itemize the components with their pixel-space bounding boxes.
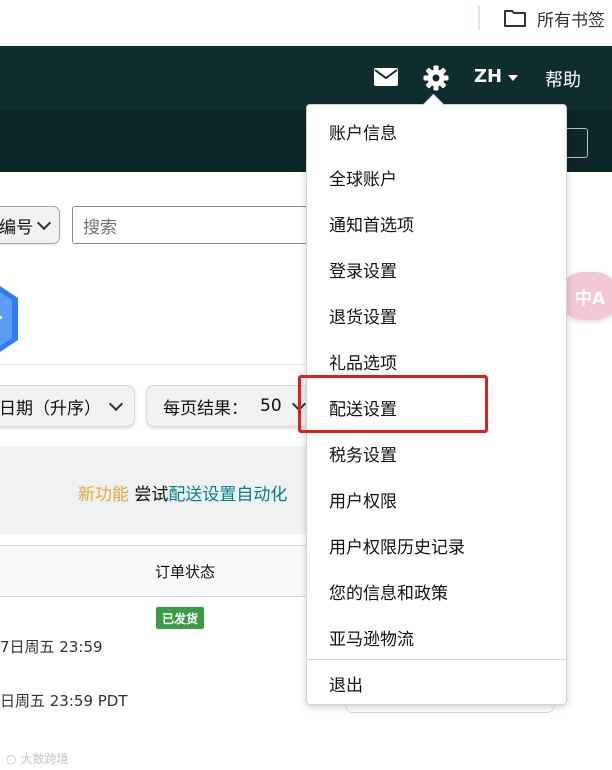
gear-icon[interactable] (422, 64, 450, 92)
menu-item-tax-settings[interactable]: 税务设置 (329, 441, 397, 466)
menu-item-user-permissions-history[interactable]: 用户权限历史记录 (329, 533, 465, 558)
sort-label: 日期（升序） (0, 398, 101, 419)
bookmarks-separator (478, 6, 480, 30)
new-feature-label: 新功能 (78, 485, 129, 505)
search-input[interactable]: 搜索 (72, 206, 332, 244)
menu-item-notification-preferences[interactable]: 通知首选项 (329, 211, 414, 236)
results-per-page-dropdown[interactable]: 每页结果： 50 (146, 385, 316, 427)
all-bookmarks-button[interactable]: 所有书签 (503, 5, 605, 31)
search-placeholder: 搜索 (83, 217, 117, 238)
banner-try-label: 尝试 (134, 485, 169, 505)
menu-item-fulfillment-by-amazon[interactable]: 亚马逊物流 (329, 625, 414, 650)
watermark: ○ 大数跨境 (6, 750, 69, 767)
chevron-down-icon (108, 396, 124, 412)
sort-dropdown[interactable]: 日期（升序） (0, 385, 135, 427)
menu-item-user-permissions[interactable]: 用户权限 (329, 487, 397, 512)
menu-item-your-info-and-policies[interactable]: 您的信息和政策 (329, 579, 448, 604)
hexagon-graphic (0, 286, 18, 352)
menu-item-global-accounts[interactable]: 全球账户 (329, 165, 397, 190)
folder-icon (503, 8, 527, 28)
language-label: ZH (474, 66, 503, 87)
status-badge: 已发货 (156, 607, 205, 629)
menu-item-return-settings[interactable]: 退货设置 (329, 303, 397, 328)
per-page-label: 每页结果： (163, 398, 248, 419)
highlight-box (298, 375, 488, 433)
language-selector[interactable]: ZH (474, 66, 519, 87)
banner-text: 新功能 尝试配送设置自动化 (78, 480, 287, 505)
chevron-down-icon (508, 74, 519, 81)
menu-divider (307, 659, 566, 660)
chevron-down-icon (36, 215, 52, 231)
mail-icon[interactable] (373, 67, 399, 87)
shipping-automation-link[interactable]: 配送设置自动化 (168, 485, 287, 505)
watermark-text: 大数跨境 (20, 752, 69, 766)
ship-by-date: 日周五 23:59 PDT (0, 692, 128, 710)
menu-item-gift-options[interactable]: 礼品选项 (329, 349, 397, 374)
watermark-icon: ○ (6, 751, 17, 766)
menu-item-login-settings[interactable]: 登录设置 (329, 257, 397, 282)
menu-item-logout[interactable]: 退出 (329, 671, 363, 696)
per-page-value: 50 (260, 396, 282, 416)
all-bookmarks-label: 所有书签 (537, 10, 605, 31)
menu-item-account-info[interactable]: 账户信息 (329, 119, 397, 144)
top-navigation-bar (0, 46, 612, 110)
order-date: 7日周五 23:59 (0, 638, 103, 656)
help-link[interactable]: 帮助 (545, 66, 581, 92)
section-divider (0, 364, 320, 365)
search-field-select[interactable]: 编号 (0, 206, 60, 244)
column-header-order-status[interactable]: 订单状态 (155, 561, 215, 582)
translate-icon: 中A (575, 289, 606, 309)
search-field-select-value: 编号 (0, 217, 33, 238)
